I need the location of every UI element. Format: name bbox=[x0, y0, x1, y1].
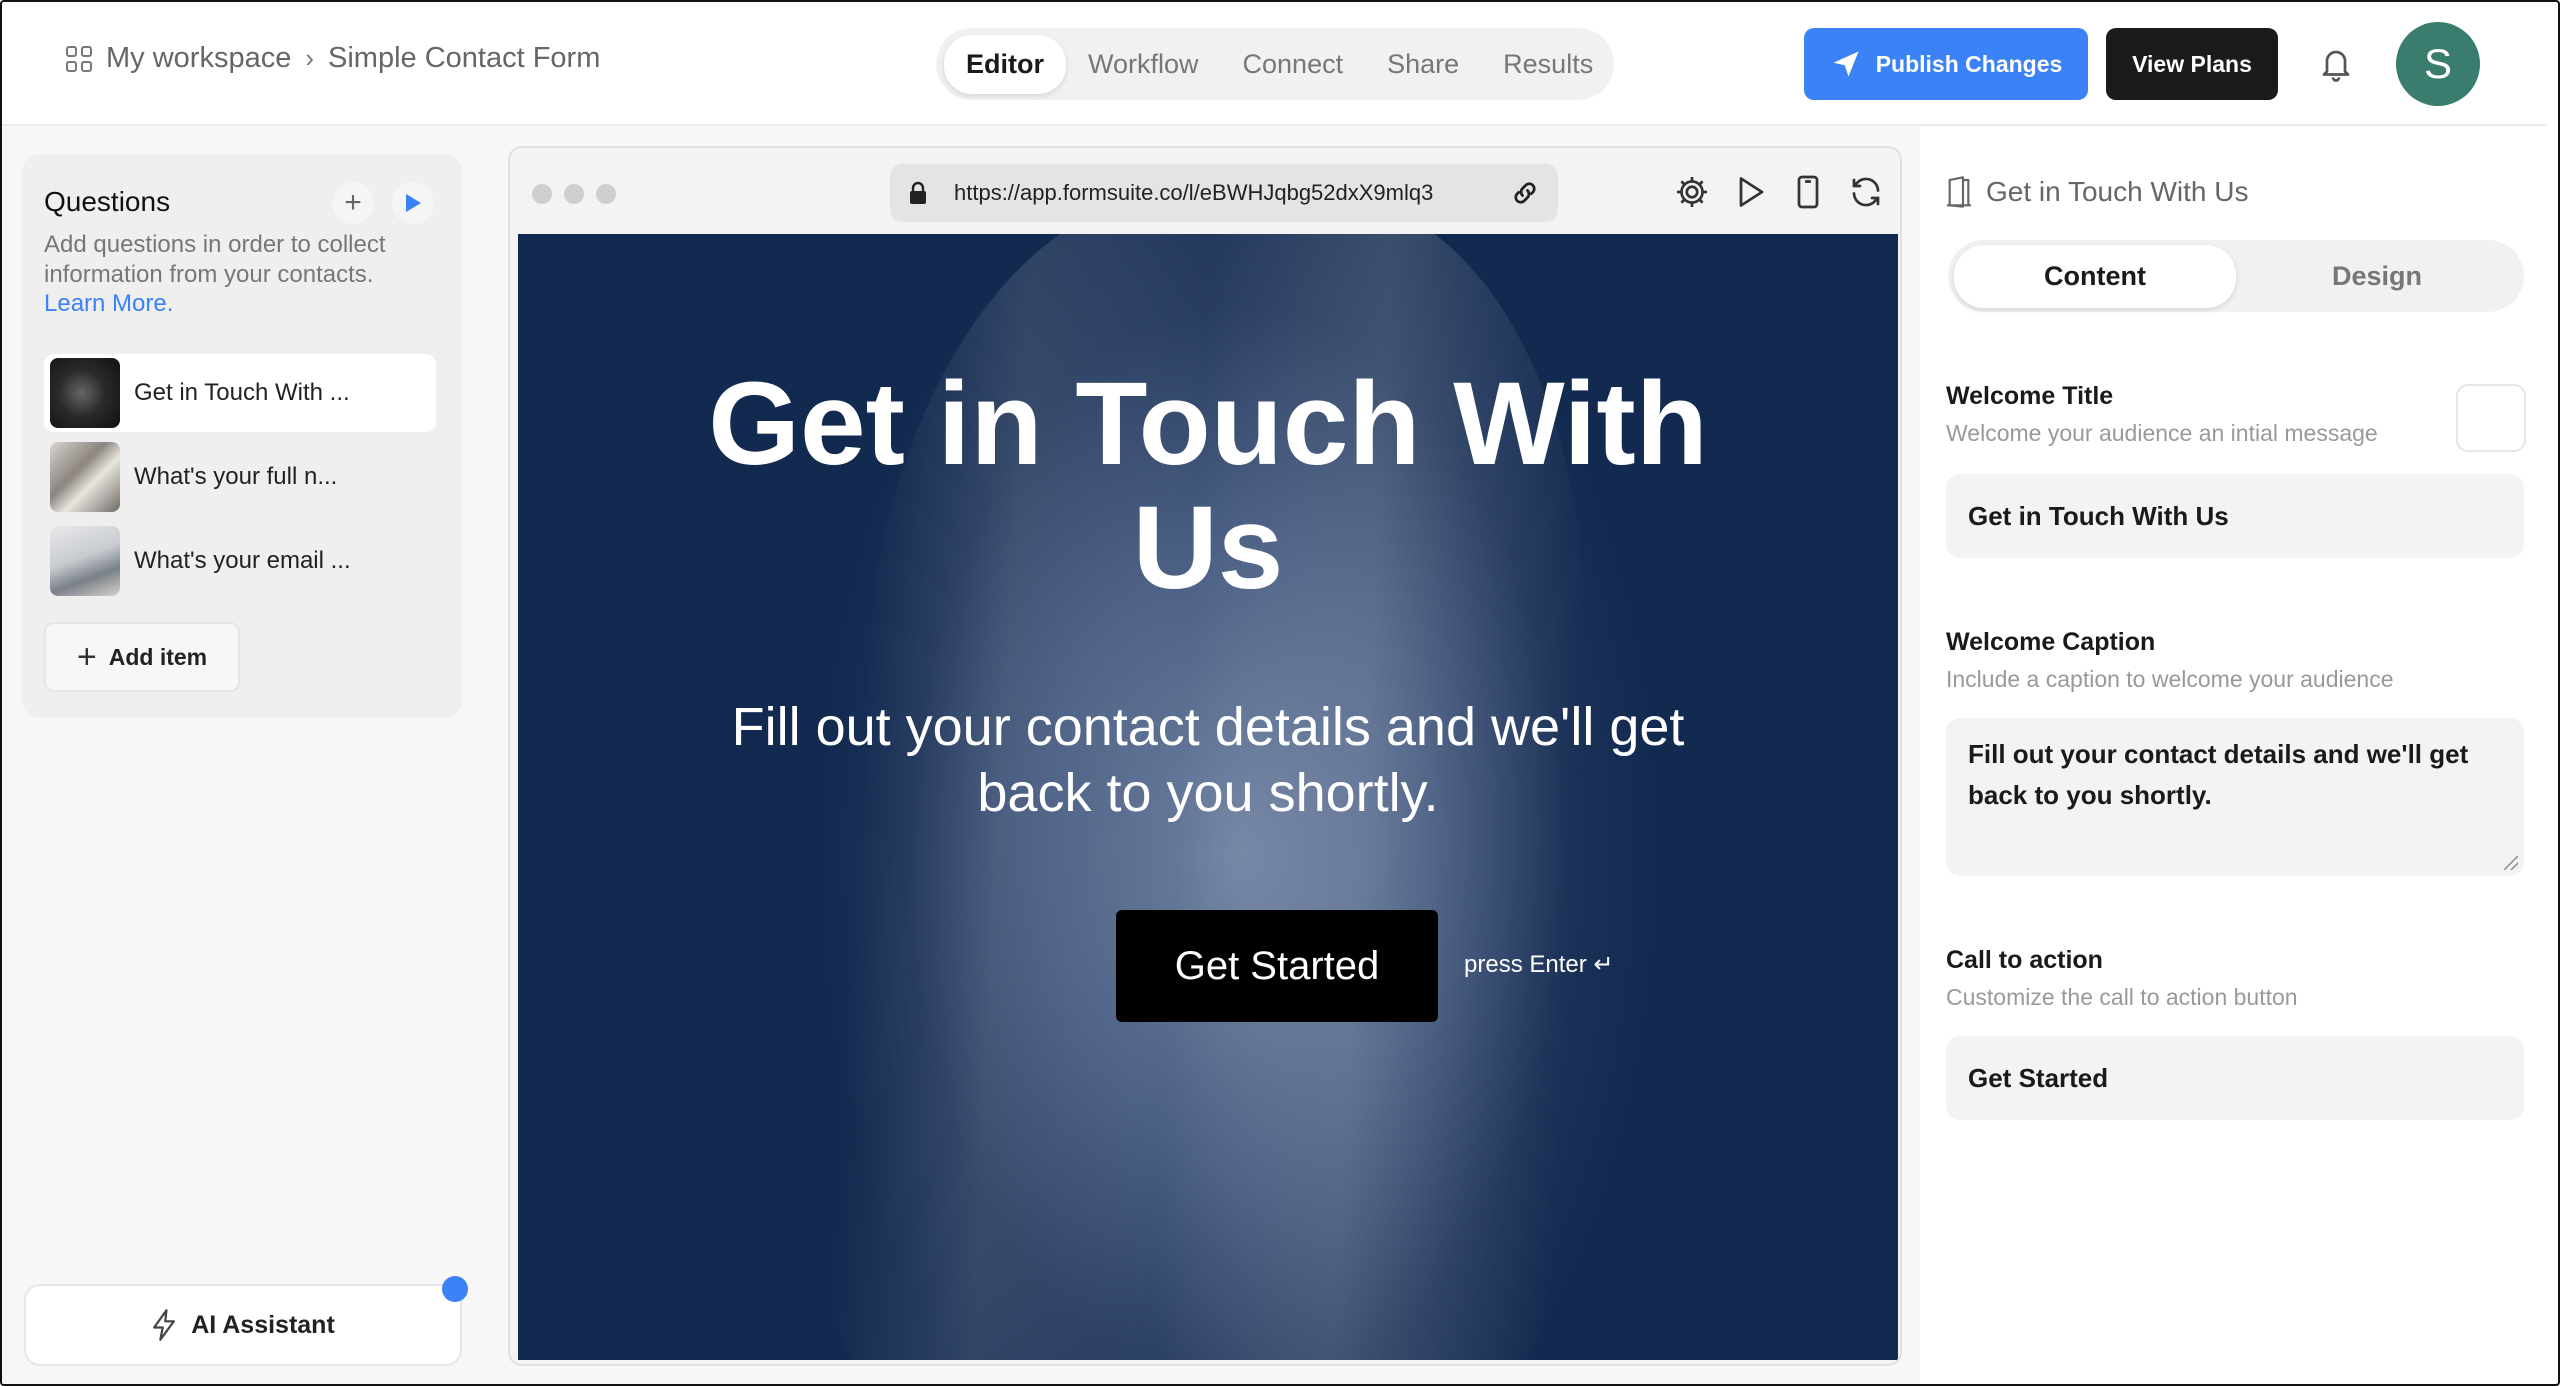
door-icon bbox=[1947, 176, 1971, 208]
settings-gear-icon[interactable] bbox=[1674, 174, 1710, 210]
welcome-title: Get in Touch With Us bbox=[708, 358, 1708, 614]
play-icon bbox=[406, 194, 421, 212]
ai-assistant-label: AI Assistant bbox=[191, 1310, 335, 1339]
welcome-title-label: Welcome Title bbox=[1946, 382, 2114, 410]
preview-play-button[interactable] bbox=[392, 182, 434, 224]
call-to-action-hint: Customize the call to action button bbox=[1946, 984, 2298, 1010]
question-item-label: Get in Touch With ... bbox=[134, 379, 350, 406]
settings-tabs: Content Design bbox=[1948, 240, 2524, 312]
welcome-caption: Fill out your contact details and we'll … bbox=[731, 697, 1685, 823]
url-text: https://app.formsuite.co/l/eBWHJqbg52dxX… bbox=[954, 180, 1434, 205]
breadcrumb-workspace[interactable]: My workspace bbox=[106, 42, 291, 75]
breadcrumb: My workspace › Simple Contact Form bbox=[66, 42, 600, 75]
chevron-right-icon: › bbox=[305, 43, 314, 73]
preview-area: https://app.formsuite.co/l/eBWHJqbg52dxX… bbox=[486, 126, 1920, 1384]
welcome-caption-hint: Include a caption to welcome your audien… bbox=[1946, 666, 2394, 692]
welcome-title-input[interactable]: Get in Touch With Us bbox=[1946, 474, 2524, 558]
question-item[interactable]: Get in Touch With ... bbox=[44, 354, 436, 432]
view-plans-button[interactable]: View Plans bbox=[2106, 28, 2278, 100]
publish-button-label: Publish Changes bbox=[1875, 50, 2063, 77]
app-window: My workspace › Simple Contact Form Edito… bbox=[0, 0, 2560, 1386]
link-icon[interactable] bbox=[1510, 178, 1540, 208]
browser-frame: https://app.formsuite.co/l/eBWHJqbg52dxX… bbox=[508, 146, 1902, 1366]
press-enter-hint: press Enter ↵ bbox=[1464, 951, 1614, 978]
resize-handle-icon[interactable] bbox=[2504, 856, 2518, 870]
question-thumbnail bbox=[50, 442, 120, 512]
ai-assistant-button[interactable]: AI Assistant bbox=[24, 1284, 462, 1366]
settings-title: Get in Touch With Us bbox=[1986, 176, 2249, 207]
welcome-title-toggle[interactable] bbox=[2456, 384, 2526, 452]
question-item[interactable]: What's your email ... bbox=[44, 522, 436, 600]
question-item[interactable]: What's your full n... bbox=[44, 438, 436, 516]
question-thumbnail bbox=[50, 526, 120, 596]
welcome-title-hint: Welcome your audience an intial message bbox=[1946, 420, 2378, 446]
welcome-caption-textarea[interactable]: Fill out your contact details and we'll … bbox=[1946, 718, 2524, 876]
url-bar[interactable]: https://app.formsuite.co/l/eBWHJqbg52dxX… bbox=[890, 164, 1558, 222]
lock-icon bbox=[910, 181, 926, 204]
top-bar: My workspace › Simple Contact Form Edito… bbox=[2, 2, 2546, 126]
send-icon bbox=[1833, 51, 1859, 77]
left-sidebar: Questions + Add questions in order to co… bbox=[2, 126, 486, 1384]
main-tabs: Editor Workflow Connect Share Results bbox=[936, 28, 1614, 100]
lightning-icon bbox=[153, 1309, 176, 1341]
call-to-action-input[interactable]: Get Started bbox=[1946, 1036, 2524, 1120]
add-item-label: Add item bbox=[108, 643, 208, 670]
plus-icon: + bbox=[76, 637, 97, 676]
mobile-icon[interactable] bbox=[1790, 174, 1826, 210]
play-icon[interactable] bbox=[1732, 174, 1768, 210]
tab-content[interactable]: Content bbox=[1954, 244, 2236, 308]
learn-more-link[interactable]: Learn More. bbox=[44, 290, 173, 318]
avatar[interactable]: S bbox=[2396, 22, 2480, 106]
tab-editor[interactable]: Editor bbox=[944, 34, 1066, 94]
questions-description: Add questions in order to collect inform… bbox=[44, 231, 386, 288]
settings-panel: Get in Touch With Us Content Design Welc… bbox=[1920, 126, 2546, 1384]
question-thumbnail bbox=[50, 358, 120, 428]
welcome-caption-label: Welcome Caption bbox=[1946, 628, 2156, 656]
welcome-caption-text: Fill out your contact details and we'll … bbox=[1968, 739, 2469, 810]
question-item-label: What's your full n... bbox=[134, 463, 338, 490]
questions-title: Questions bbox=[44, 186, 171, 217]
tab-design[interactable]: Design bbox=[2236, 245, 2518, 308]
plus-icon: + bbox=[344, 186, 362, 219]
get-started-button[interactable]: Get Started bbox=[1116, 910, 1438, 1022]
window-dots bbox=[532, 184, 616, 204]
add-question-button[interactable]: + bbox=[332, 182, 374, 224]
questions-panel: Questions + Add questions in order to co… bbox=[22, 154, 462, 718]
notification-dot bbox=[442, 1276, 468, 1302]
question-item-label: What's your email ... bbox=[134, 547, 351, 574]
add-item-button[interactable]: + Add item bbox=[44, 622, 240, 692]
publish-button[interactable]: Publish Changes bbox=[1804, 28, 2088, 100]
settings-header: Get in Touch With Us bbox=[1944, 176, 2248, 208]
breadcrumb-form[interactable]: Simple Contact Form bbox=[328, 42, 600, 75]
tab-workflow[interactable]: Workflow bbox=[1066, 35, 1221, 94]
bell-icon[interactable] bbox=[2318, 44, 2354, 84]
tab-share[interactable]: Share bbox=[1365, 35, 1481, 94]
tab-results[interactable]: Results bbox=[1481, 35, 1615, 94]
grid-icon bbox=[66, 45, 92, 72]
refresh-icon[interactable] bbox=[1848, 174, 1884, 210]
form-preview-screen: Get in Touch With Us Fill out your conta… bbox=[518, 234, 1898, 1360]
call-to-action-label: Call to action bbox=[1946, 946, 2103, 974]
tab-connect[interactable]: Connect bbox=[1221, 35, 1366, 94]
